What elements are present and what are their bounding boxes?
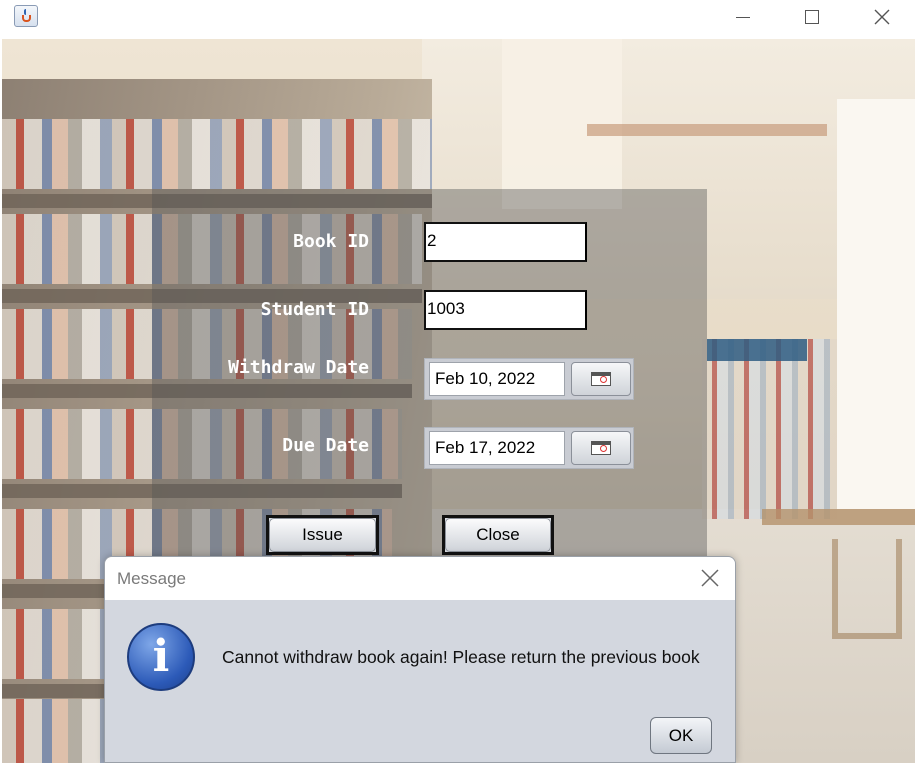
- close-icon: [874, 9, 890, 25]
- withdraw-date-calendar-button[interactable]: [571, 362, 631, 396]
- dialog-title: Message: [117, 569, 186, 588]
- issue-button-label: Issue: [269, 518, 376, 552]
- java-cup-icon[interactable]: [14, 5, 38, 27]
- info-icon: i: [127, 623, 195, 691]
- issue-button[interactable]: Issue: [266, 515, 379, 555]
- dialog-message: Cannot withdraw book again! Please retur…: [222, 647, 700, 667]
- maximize-icon: [805, 10, 819, 24]
- due-date-field[interactable]: Feb 17, 2022: [429, 431, 565, 465]
- dialog-titlebar: Message: [105, 557, 735, 600]
- message-dialog: Message i Cannot withdraw book again! Pl…: [104, 556, 736, 763]
- calendar-icon: [591, 441, 611, 455]
- student-id-label: Student ID: [260, 299, 369, 320]
- close-button-label: Close: [445, 518, 551, 552]
- book-id-label: Book ID: [293, 231, 369, 252]
- ok-button[interactable]: OK: [650, 717, 712, 754]
- book-id-field[interactable]: 2: [424, 222, 587, 262]
- withdraw-date-label: Withdraw Date: [228, 357, 369, 378]
- close-window-button[interactable]: [859, 0, 905, 34]
- withdraw-date-field[interactable]: Feb 10, 2022: [429, 362, 565, 396]
- due-date-calendar-button[interactable]: [571, 431, 631, 465]
- maximize-button[interactable]: [789, 0, 835, 34]
- due-date-picker: Feb 17, 2022: [424, 427, 634, 469]
- due-date-label: Due Date: [282, 435, 369, 456]
- calendar-icon: [591, 372, 611, 386]
- minimize-button[interactable]: [720, 0, 766, 34]
- close-button[interactable]: Close: [442, 515, 554, 555]
- window-titlebar: [0, 0, 915, 39]
- student-id-field[interactable]: 1003: [424, 290, 587, 330]
- minimize-icon: [736, 16, 750, 18]
- dialog-close-icon[interactable]: [699, 567, 721, 589]
- withdraw-date-picker: Feb 10, 2022: [424, 358, 634, 400]
